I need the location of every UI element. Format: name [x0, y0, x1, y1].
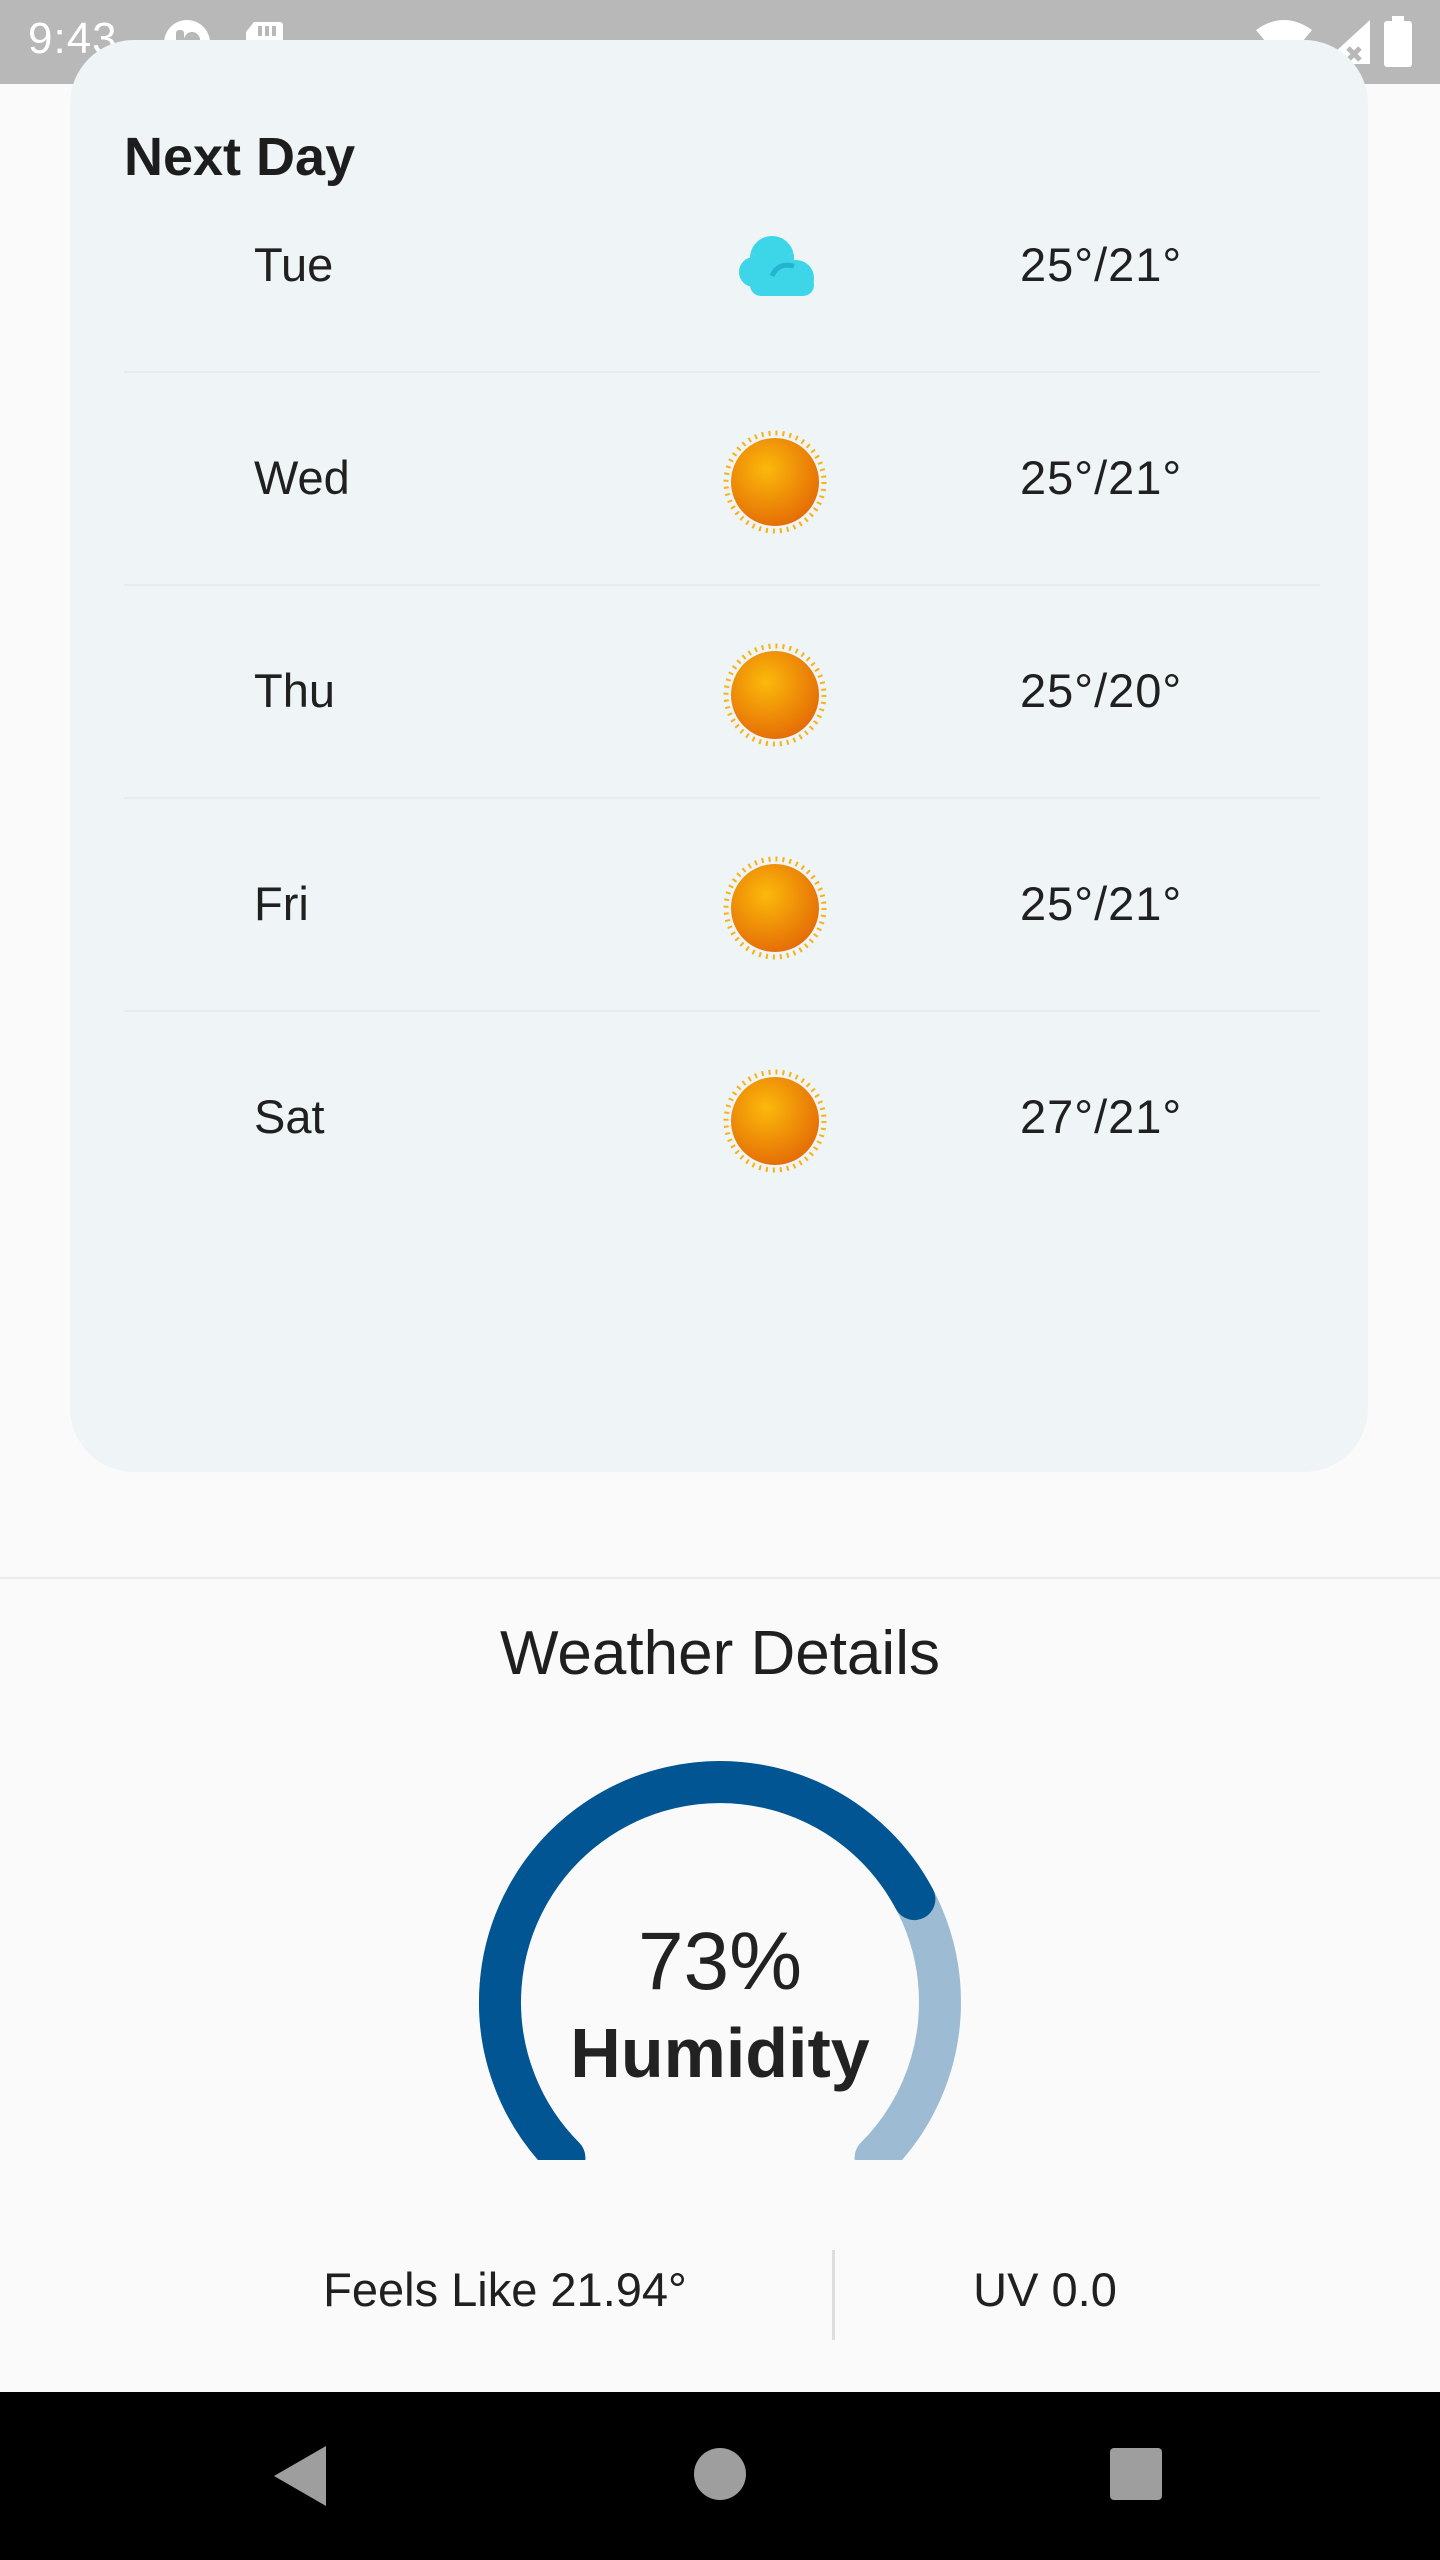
day-name: Tue — [254, 238, 334, 291]
day-name: Sat — [254, 1090, 325, 1143]
day-temp: 25°/21° — [1020, 451, 1183, 504]
sun-icon — [723, 856, 827, 960]
day-temp: 25°/21° — [1020, 877, 1183, 930]
day-temp: 27°/21° — [1020, 1090, 1183, 1143]
day-name: Thu — [254, 664, 335, 717]
forecast-row-thu[interactable]: Thu 25°/20° — [124, 584, 1320, 799]
humidity-value: 73% — [637, 1916, 803, 2007]
section-divider — [0, 1577, 1440, 1579]
forecast-row-fri[interactable]: Fri 25°/21° — [124, 797, 1320, 1012]
forecast-row-wed[interactable]: Wed 25°/21° — [124, 371, 1320, 586]
feels-like-text: Feels Like 21.94° — [323, 2263, 687, 2316]
navigation-bar — [0, 2392, 1440, 2560]
day-temp: 25°/20° — [1020, 664, 1183, 717]
sun-icon — [723, 430, 827, 534]
metrics-separator — [832, 2250, 835, 2340]
next-day-card: Next Day Tue 25°/21° Wed 25°/21° Thu 25°… — [70, 40, 1368, 1472]
sun-icon — [723, 1069, 827, 1173]
day-name: Fri — [254, 877, 309, 930]
humidity-label: Humidity — [570, 2014, 870, 2092]
battery-icon — [1384, 16, 1412, 67]
back-icon[interactable] — [270, 2444, 330, 2508]
sun-icon — [723, 643, 827, 747]
forecast-row-sat[interactable]: Sat 27°/21° — [124, 1010, 1320, 1223]
uv-text: UV 0.0 — [973, 2263, 1117, 2316]
recents-icon[interactable] — [1108, 2446, 1164, 2502]
day-temp: 25°/21° — [1020, 238, 1183, 291]
forecast-row-tue[interactable]: Tue 25°/21° — [124, 158, 1320, 373]
partly-cloudy-icon — [739, 236, 814, 296]
home-icon[interactable] — [692, 2446, 748, 2502]
weather-details-title: Weather Details — [500, 1619, 940, 1688]
day-name: Wed — [254, 451, 350, 504]
